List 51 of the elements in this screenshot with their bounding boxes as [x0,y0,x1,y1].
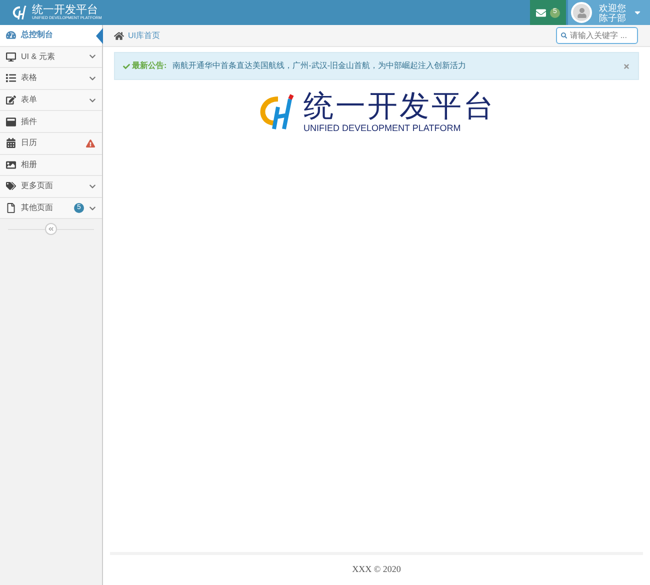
sidebar-item[interactable]: 表单 [0,90,102,112]
double-left-icon [48,226,54,232]
chevron-icon [89,53,96,60]
chevron-icon [89,204,96,212]
search-icon [561,32,568,39]
logo-title: 统一开发平台 [304,92,496,122]
logo-icon [12,4,28,20]
sidebar-label: 更多页面 [21,180,54,192]
brand-title: 统一开发平台 [32,5,99,16]
sidebar-label: 相册 [21,158,38,171]
sidebar-label: 表单 [21,94,38,106]
monitor-icon [6,52,16,62]
user-icon [576,8,586,18]
welcome-text: 欢迎您 [599,2,626,12]
chevron-icon [89,74,96,82]
calendar-icon [6,138,16,148]
sidebar-item[interactable]: 日历 [0,132,102,155]
sidebar-item[interactable]: 插件 [0,111,102,133]
footer-text: XXX © 2020 [352,563,401,576]
check-icon [123,62,130,70]
sidebar-label: 插件 [21,116,38,128]
warning-icon [86,138,95,148]
mail-icon [536,8,546,18]
home-icon [114,30,124,40]
sidebar-item[interactable]: UI & 元素 [0,46,102,68]
search-field[interactable]: 请输入关键字 ... [556,27,638,44]
sidebar-item[interactable]: 总控制台 [0,25,102,47]
collapse-button[interactable] [45,223,57,236]
close-icon [623,62,630,70]
image-icon [6,160,16,170]
tags-icon [6,181,16,192]
chevron-icon [89,182,96,190]
sidebar-label: 日历 [21,137,38,150]
sidebar-label: 其他页面 [21,202,54,214]
sidebar-item[interactable]: 表格 [0,68,102,90]
sidebar-label: 总控制台 [21,29,54,42]
logo-subtitle: UNIFIED DEVELOPMENT PLATFORM [304,124,462,133]
alert-text: 南航开通华中首条直达美国航线，广州-武汉-旧金山首航，为中部崛起注入创新活力 [172,60,467,72]
sidebar-item[interactable]: 相册 [0,154,102,176]
user-name: 陈子部 [599,12,626,22]
close-button[interactable] [623,62,630,70]
edit-icon [6,95,16,106]
list-icon [6,73,16,84]
chevron-icon [89,96,96,104]
sidebar-label: UI & 元素 [21,50,56,63]
alert-title: 最新公告: [132,60,167,72]
dashboard-icon [6,30,16,40]
sidebar-label: 表格 [21,72,38,84]
file-icon [6,203,16,214]
window-icon [6,116,16,127]
sidebar-item[interactable]: 更多页面 [0,176,102,198]
